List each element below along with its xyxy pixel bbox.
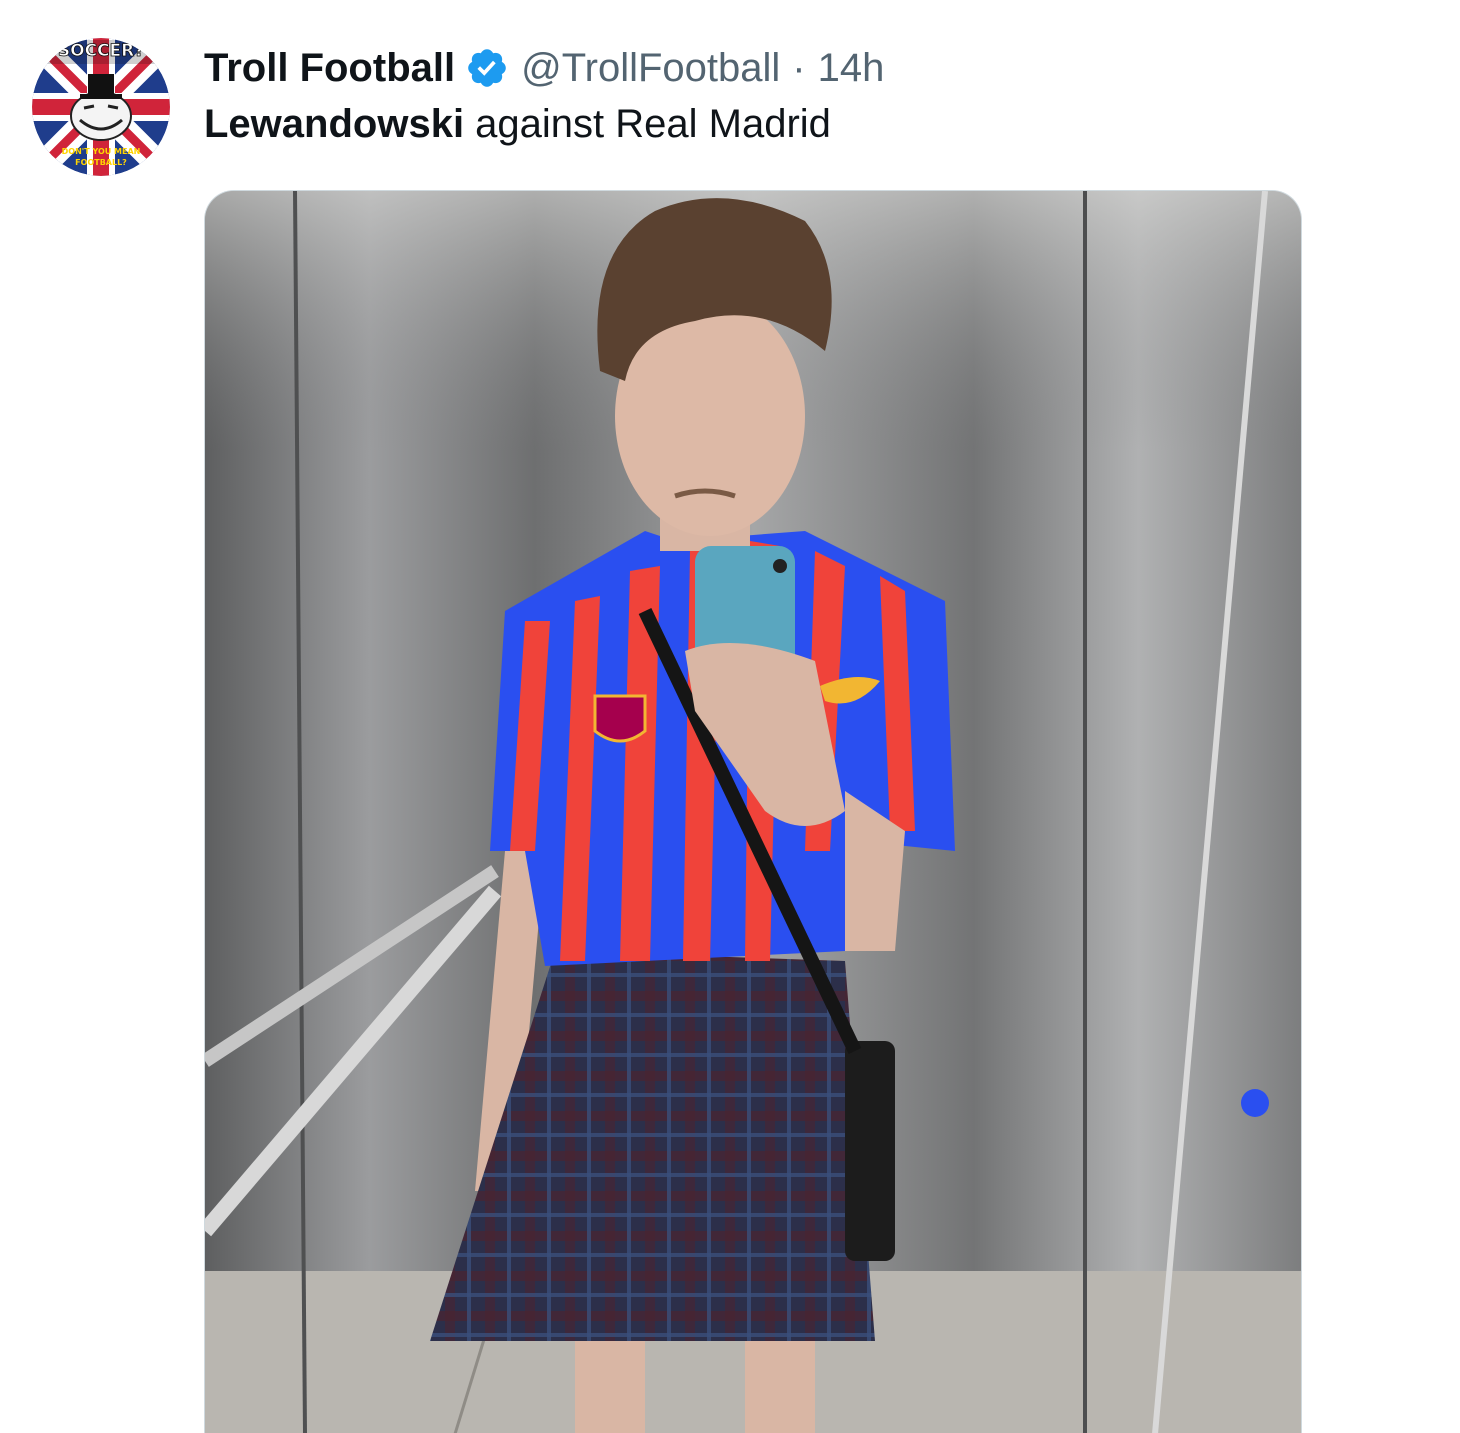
- tweet-text-bold: Lewandowski: [204, 102, 465, 146]
- separator-dot: ·: [792, 45, 806, 90]
- tweet-header: Troll Football @TrollFootball · 14h: [204, 40, 884, 96]
- tweet-text-rest: against Real Madrid: [464, 102, 831, 146]
- svg-text:SOCCER?: SOCCER?: [58, 41, 144, 61]
- display-name[interactable]: Troll Football: [204, 46, 455, 91]
- user-handle[interactable]: @TrollFootball: [521, 46, 780, 91]
- troll-face-union-jack-icon: SOCCER? DON'T YOU MEAN FOOTBALL?: [32, 38, 170, 176]
- tweet-media-photo[interactable]: [204, 190, 1302, 1433]
- verified-badge-icon[interactable]: [465, 46, 509, 90]
- svg-text:FOOTBALL?: FOOTBALL?: [75, 158, 127, 167]
- profile-avatar[interactable]: SOCCER? DON'T YOU MEAN FOOTBALL?: [32, 38, 170, 176]
- svg-text:DON'T YOU MEAN: DON'T YOU MEAN: [62, 147, 141, 156]
- elevator-selfie-illustration: [205, 191, 1301, 1433]
- tweet-text: Lewandowski against Real Madrid: [204, 102, 831, 147]
- tweet-timestamp[interactable]: 14h: [818, 46, 885, 91]
- tweet[interactable]: SOCCER? DON'T YOU MEAN FOOTBALL? Troll F…: [0, 0, 1460, 1433]
